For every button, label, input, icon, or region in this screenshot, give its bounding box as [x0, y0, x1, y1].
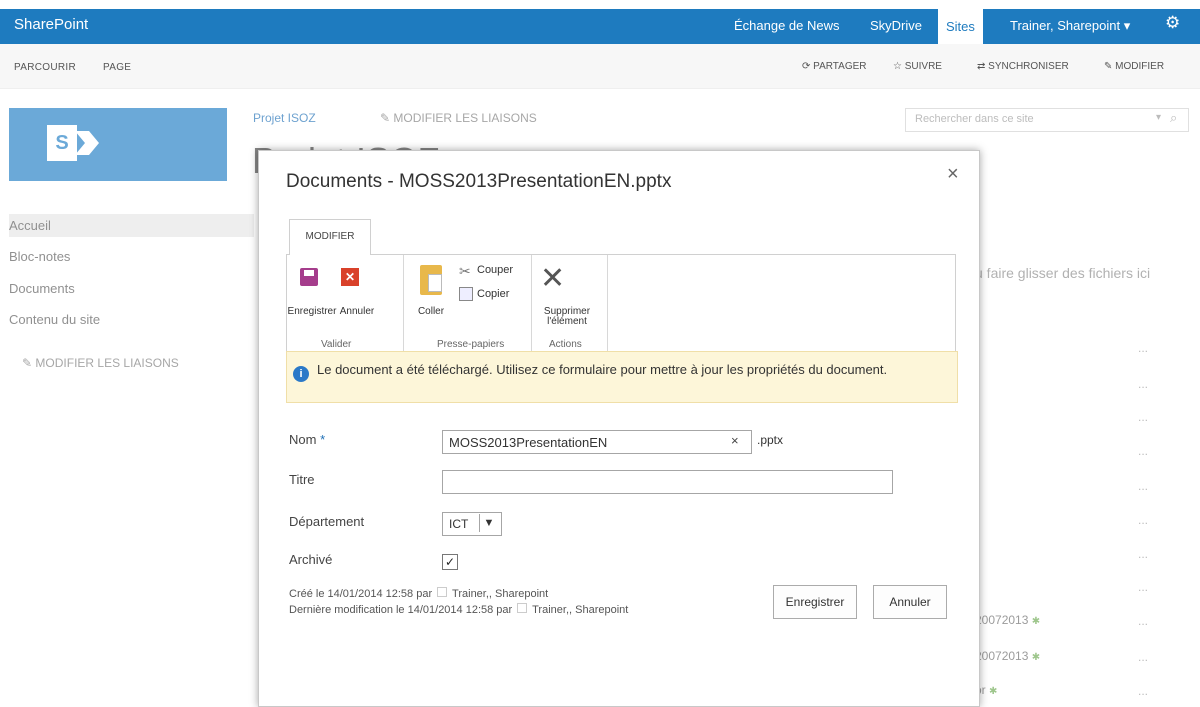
created-text: Créé le 14/01/2014 12:58 par — [289, 588, 433, 600]
gear-icon[interactable]: ⚙ — [1165, 13, 1180, 33]
edit-label: MODIFIER — [1115, 61, 1165, 72]
save-icon — [300, 268, 318, 286]
sync-button[interactable]: ⇄ SYNCHRONISER — [977, 61, 1069, 72]
cancel-button[interactable]: Annuler — [873, 585, 947, 619]
title-input[interactable] — [442, 470, 893, 494]
name-label: Nom * — [289, 432, 325, 447]
checkmark-icon: ✓ — [444, 555, 456, 569]
department-select[interactable]: ICT ▼ — [442, 512, 502, 536]
group-label-valider: Valider — [321, 339, 352, 350]
group-divider — [531, 255, 532, 353]
chevron-down-icon: ▾ — [1123, 18, 1131, 33]
archived-label: Archivé — [289, 552, 333, 567]
group-divider — [607, 255, 608, 353]
follow-label: SUIVRE — [904, 61, 942, 72]
user-presence-icon — [517, 603, 528, 613]
tab-parcourir[interactable]: PARCOURIR — [14, 62, 76, 73]
created-info: Créé le 14/01/2014 12:58 par Trainer,, S… — [289, 587, 548, 600]
scissors-icon: ✂ — [459, 263, 471, 279]
cancel-icon: ✕ — [341, 268, 359, 286]
brand-link[interactable]: SharePoint — [14, 16, 88, 33]
cancel-ribbon-label: Annuler — [339, 306, 375, 317]
modified-text: Dernière modification le 14/01/2014 12:5… — [289, 604, 513, 616]
created-by[interactable]: Trainer,, Sharepoint — [452, 588, 548, 600]
group-label-presse-papiers: Presse-papiers — [437, 339, 505, 350]
tab-page[interactable]: PAGE — [103, 62, 131, 73]
group-label-actions: Actions — [549, 339, 582, 350]
pencil-icon: ✎ — [1104, 61, 1113, 72]
modified-by[interactable]: Trainer,, Sharepoint — [532, 604, 628, 616]
follow-button[interactable]: ☆ SUIVRE — [893, 61, 942, 72]
delete-label-line2: l'élément — [547, 316, 587, 327]
edit-page-button[interactable]: ✎ MODIFIER — [1104, 61, 1164, 72]
close-icon[interactable]: × — [947, 163, 959, 186]
name-label-text: Nom — [289, 432, 317, 447]
share-button[interactable]: ⟳ PARTAGER — [802, 61, 867, 72]
user-presence-icon — [437, 587, 448, 597]
tab-modifier[interactable]: MODIFIER — [289, 219, 371, 255]
user-menu[interactable]: Trainer, Sharepoint ▾ — [1010, 18, 1130, 34]
clear-input-icon[interactable]: × — [731, 433, 739, 448]
dialog-title: Documents - MOSS2013PresentationEN.pptx — [286, 171, 672, 192]
suite-bar-top-strip — [0, 0, 1200, 9]
info-text: Le document a été téléchargé. Utilisez c… — [317, 362, 888, 377]
chevron-down-icon: ▼ — [479, 514, 498, 532]
sync-icon: ⇄ — [977, 61, 986, 72]
save-button[interactable]: Enregistrer — [773, 585, 857, 619]
modified-info: Dernière modification le 14/01/2014 12:5… — [289, 603, 628, 616]
share-label: PARTAGER — [813, 61, 867, 72]
copy-label: Copier — [477, 288, 510, 300]
share-icon: ⟳ — [802, 61, 811, 72]
edit-properties-dialog: Documents - MOSS2013PresentationEN.pptx … — [258, 150, 980, 707]
star-icon: ☆ — [893, 61, 902, 72]
file-extension: .pptx — [757, 433, 784, 447]
topnav-link-skydrive[interactable]: SkyDrive — [870, 18, 922, 33]
dialog-ribbon: Enregistrer ✕ Annuler Valider Coller ✂ C… — [286, 254, 956, 354]
paste-label: Coller — [417, 306, 445, 317]
topnav-link-news[interactable]: Échange de News — [734, 18, 840, 33]
title-label: Titre — [289, 472, 315, 487]
info-icon: i — [293, 366, 309, 382]
sync-label: SYNCHRONISER — [988, 61, 1069, 72]
name-input[interactable] — [442, 430, 752, 454]
group-divider — [403, 255, 404, 353]
required-marker: * — [320, 432, 326, 447]
delete-x-icon: ✕ — [540, 262, 566, 295]
copy-icon — [459, 287, 473, 301]
save-ribbon-label: Enregistrer — [287, 306, 337, 317]
info-banner: i Le document a été téléchargé. Utilisez… — [286, 351, 958, 403]
department-value: ICT — [449, 517, 469, 531]
paste-icon — [420, 265, 442, 295]
user-name: Trainer, Sharepoint — [1010, 18, 1121, 33]
topnav-link-sites[interactable]: Sites — [938, 9, 983, 44]
archived-checkbox[interactable]: ✓ — [442, 554, 458, 570]
cut-label: Couper — [477, 264, 514, 276]
department-label: Département — [289, 514, 365, 529]
